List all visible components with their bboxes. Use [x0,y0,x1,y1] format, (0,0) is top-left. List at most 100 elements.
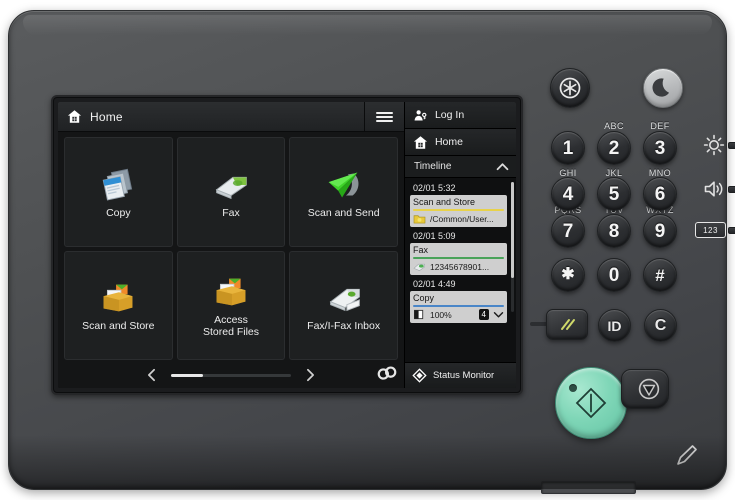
tile-label: Scan and Store [82,320,155,333]
tile-access-stored-files[interactable]: Access Stored Files [176,250,286,360]
keypad-key-1[interactable]: 1 [551,131,585,165]
keypad-key-0[interactable]: 0 [597,258,631,292]
timeline-entry-detail-row: 12345678901... [413,261,504,272]
timeline-entry-detail-row: 100% 4 [413,309,504,320]
asterisk-circle-icon [559,77,581,99]
keypad-key-label: 8 [608,220,620,242]
key-letters-2: ABC [604,121,624,131]
timeline-entry-time: 02/01 5:32 [412,183,456,193]
keypad-key-label: 1 [562,137,574,159]
paper-slot [541,481,636,494]
timeline-title: Timeline [413,161,452,172]
chevron-left-icon[interactable] [146,368,157,382]
timeline-entry-copy[interactable]: Copy 100% 4 [409,291,507,323]
keypad-key-label: # [655,265,665,285]
start-indicator-led [569,384,577,392]
status-diamond-icon [412,368,427,383]
keypad-key-5[interactable]: 5 [597,177,631,211]
reset-button[interactable] [546,309,588,340]
touchscreen[interactable]: Home Copy Fax Scan and Send Scan and Sto… [58,102,516,388]
sidebar-item-home[interactable]: Home [404,129,516,156]
keypad-key-label: 5 [608,183,620,205]
timeline-scrollbar-thumb[interactable] [511,182,514,278]
chevron-right-icon[interactable] [305,368,316,382]
timeline-entry-fax[interactable]: Fax 12345678901... [409,243,507,275]
counter-label: 123 [703,225,718,235]
keypad-key-label: 4 [562,183,574,205]
brightness-sun-icon[interactable] [702,133,726,157]
screen-sidebar: Log In Home Timeline 02/01 5:32 Scan and… [403,102,516,388]
stylus-pen-icon[interactable] [674,443,700,469]
keypad-key-2[interactable]: 2 [597,131,631,165]
green-fax-icon [413,263,425,271]
chevron-up-icon[interactable] [496,162,509,171]
home-house-icon [67,110,82,123]
timeline-scrollbar[interactable] [511,182,514,312]
contrast-square-icon [413,309,424,320]
timeline-entry-title: Copy [412,293,434,303]
tile-scan-and-send[interactable]: Scan and Send [289,137,398,247]
status-monitor-label: Status Monitor [432,370,495,381]
timeline-list[interactable]: 02/01 5:32 Scan and Store /Common/User..… [404,178,516,362]
page-title: Home [90,109,123,124]
tile-fax[interactable]: Fax [176,137,286,247]
function-tile-grid: Copy Fax Scan and Send Scan and Store Ac… [58,132,404,362]
keypad-key-3[interactable]: 3 [643,131,677,165]
start-button[interactable] [555,367,627,439]
keypad-key-label: ✱ [561,266,575,283]
keypad-key-asterisk[interactable]: ✱ [551,258,585,292]
status-monitor-button[interactable]: Status Monitor [404,362,516,388]
link-chain-icon[interactable] [376,365,398,383]
sidebar-login-label: Log In [434,109,465,121]
page-indicator-thumb [170,373,203,377]
keypad-key-6[interactable]: 6 [643,177,677,211]
timeline-entry-scan-and-store[interactable]: Scan and Store /Common/User... [409,195,507,227]
printer-control-panel: Home Copy Fax Scan and Send Scan and Sto… [8,10,735,494]
keypad-key-7[interactable]: 7 [551,214,585,248]
chevron-down-icon[interactable] [493,311,504,319]
key-letters-3: DEF [650,121,670,131]
keypad-key-label: 7 [562,220,574,242]
volume-slider[interactable] [728,186,735,193]
yellow-folder-icon [413,215,426,224]
fax-inbox-icon [329,289,360,312]
tile-label-line1: Access [214,314,248,327]
timeline-entry-detail-row: /Common/User... [413,213,504,224]
keypad-key-8[interactable]: 8 [597,214,631,248]
timeline-entry-detail: 100% [429,309,452,320]
settings-asterisk-button[interactable] [550,68,590,108]
tile-scan-and-store[interactable]: Scan and Store [64,250,173,360]
tile-copy[interactable]: Copy [64,137,173,247]
keypad-key-4[interactable]: 4 [551,177,585,211]
timeline-header[interactable]: Timeline [404,156,516,178]
brightness-slider[interactable] [728,142,735,149]
timeline-entry-accent [412,305,504,307]
hamburger-menu-button[interactable] [363,102,404,132]
stop-button[interactable] [621,369,669,409]
tile-fax-ifax-inbox[interactable]: Fax/I-Fax Inbox [289,250,398,360]
reset-slashes-icon [561,318,575,330]
timeline-entry-detail: /Common/User... [429,213,494,224]
keypad-key-hash[interactable]: # [643,258,677,292]
energy-saver-button[interactable] [643,68,683,108]
bezel-highlight [23,15,712,35]
keypad-key-9[interactable]: 9 [643,214,677,248]
timeline-entry-time: 02/01 4:49 [412,279,456,289]
keypad-key-label: 3 [654,137,666,159]
counter-check-button[interactable]: 123 [695,222,726,238]
page-indicator-track[interactable] [170,373,291,377]
timeline-entry-badge: 4 [478,309,489,320]
sidebar-item-login[interactable]: Log In [404,102,516,129]
keypad-key-label: 0 [608,264,620,286]
volume-speaker-icon[interactable] [702,177,726,201]
tile-label: Scan and Send [307,206,380,219]
scan-store-box-icon [103,284,133,312]
timeline-entry-accent [412,209,504,211]
start-diamond-icon [575,387,607,419]
id-button[interactable]: ID [598,309,631,342]
touchscreen-bezel: Home Copy Fax Scan and Send Scan and Sto… [51,95,523,395]
clear-button[interactable]: C [644,309,677,342]
keypad-key-label: 6 [654,183,666,205]
crescent-moon-icon [652,78,670,97]
copy-documents-icon [103,168,133,201]
